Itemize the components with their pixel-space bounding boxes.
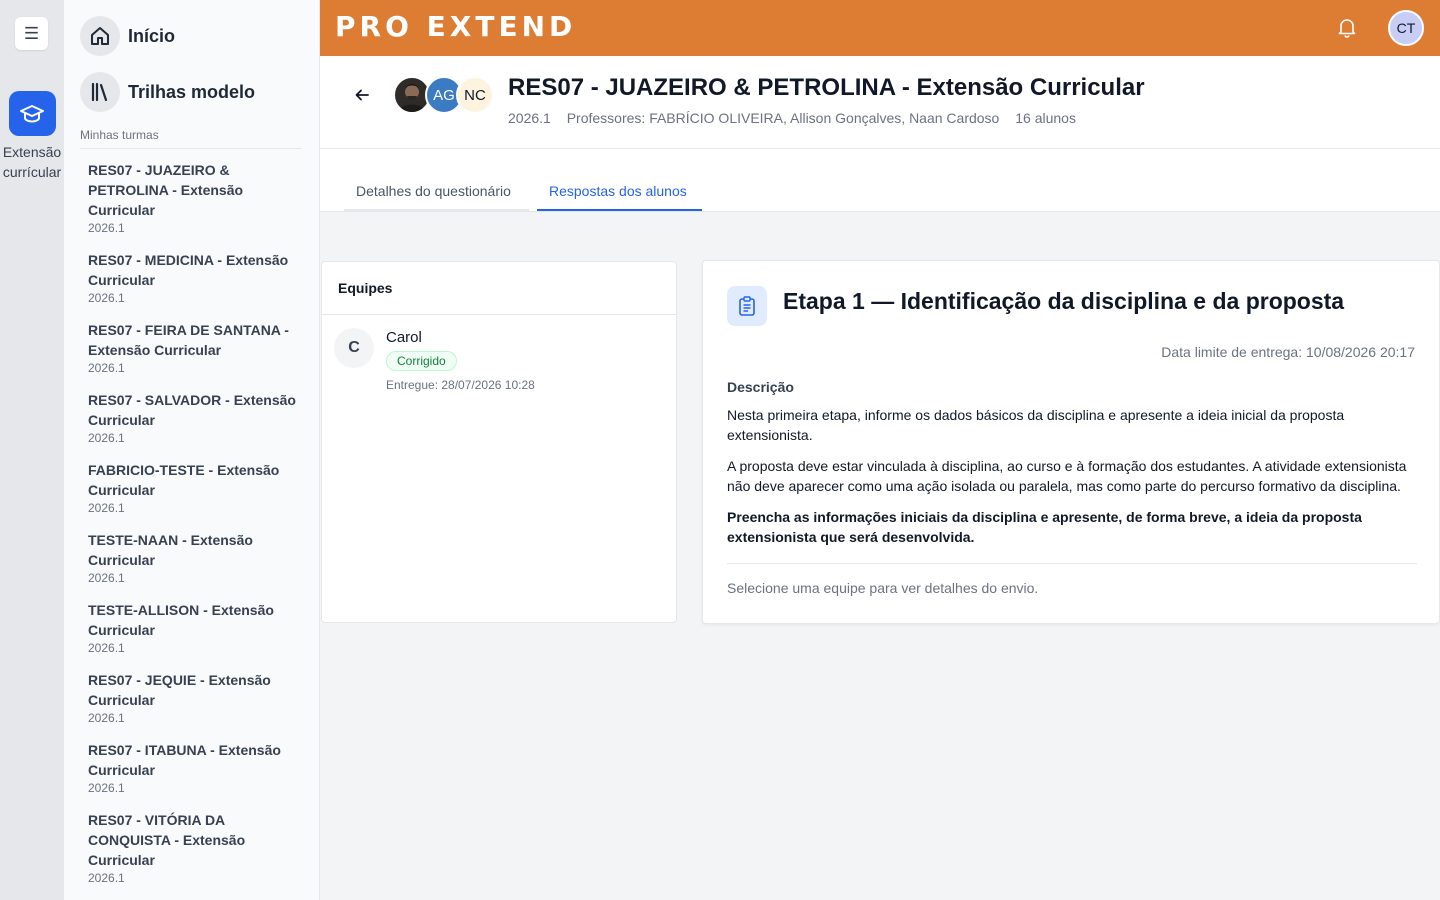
course-item[interactable]: TESTE-ALLISON - Extensão Curricular 2026.… (88, 600, 300, 656)
course-item[interactable]: RES07 - JEQUIE - Extensão Curricular 2026… (88, 670, 300, 726)
delivered-date: Entregue: 28/07/2026 10:28 (386, 378, 535, 392)
stage-detail-panel: Etapa 1 — Identificação da disciplina e … (702, 260, 1440, 624)
page-title: RES07 - JUAZEIRO & PETROLINA - Extensão … (508, 74, 1145, 101)
course-item[interactable]: RES07 - SALVADOR - Extensão Curricular 20… (88, 390, 300, 446)
course-name: RES07 - SALVADOR - Extensão Curricular (88, 392, 296, 428)
course-term: 2026.1 (88, 871, 125, 885)
bell-icon[interactable] (1337, 17, 1357, 44)
course-item[interactable]: TESTE-NAAN - Extensão Curricular 2026.1 (88, 530, 300, 586)
app-rail: ☰ Extensão currícular (0, 0, 64, 900)
nav-link-label: Início (128, 25, 176, 46)
course-item[interactable]: FABRICIO-TESTE - Extensão Curricular 2026… (88, 460, 300, 516)
tab-detalhes[interactable]: Detalhes do questionário (344, 175, 529, 211)
course-name: RES07 - ITABUNA - Extensão Curricular (88, 742, 281, 778)
library-icon (80, 72, 120, 112)
team-name: Carol (386, 329, 422, 346)
course-item[interactable]: RES07 - JUAZEIRO & PETROLINA - Extensão … (88, 160, 300, 236)
graduation-cap-icon (8, 91, 56, 136)
course-term: 2026.1 (88, 221, 125, 235)
course-item[interactable]: RES07 - VITÓRIA DA CONQUISTA - Extensão … (88, 810, 300, 886)
course-term: 2026.1 (88, 711, 125, 725)
course-header: AG NC RES07 - JUAZEIRO & PETROLINA - Ext… (320, 56, 1440, 149)
description-body: Nesta primeira etapa, informe os dados b… (727, 405, 1417, 558)
empty-state-hint: Selecione uma equipe para ver detalhes d… (727, 580, 1039, 596)
course-term: 2026.1 (88, 781, 125, 795)
course-name: TESTE-ALLISON - Extensão Curricular (88, 602, 274, 638)
rail-item-label: Extensão currícular (2, 144, 62, 180)
tab-bar: Detalhes do questionário Respostas dos a… (320, 149, 1440, 212)
description-label: Descrição (727, 379, 794, 395)
nav-link-trilhas[interactable]: Trilhas modelo (80, 72, 255, 112)
description-instruction: Preencha as informações iniciais da disc… (727, 509, 1362, 545)
divider (727, 563, 1417, 564)
professors-list: Professores: FABRÍCIO OLIVEIRA, Allison … (566, 110, 1000, 126)
course-name: RES07 - VITÓRIA DA CONQUISTA - Extensão … (88, 812, 246, 868)
brand-logo[interactable]: PRO EXTEND (335, 10, 576, 43)
course-name: TESTE-NAAN - Extensão Curricular (88, 532, 253, 568)
course-list: RES07 - JUAZEIRO & PETROLINA - Extensão … (88, 160, 300, 900)
menu-toggle-button[interactable]: ☰ (15, 17, 48, 50)
section-label: Minhas turmas (80, 128, 159, 142)
course-item[interactable]: RES07 - FEIRA DE SANTANA - Extensão Curr… (88, 320, 300, 376)
description-paragraph: A proposta deve estar vinculada à discip… (727, 458, 1407, 494)
nav-link-label: Trilhas modelo (128, 81, 256, 102)
sidebar: Início Trilhas modelo Minhas turmas RES0… (64, 0, 320, 900)
clipboard-icon (727, 286, 767, 326)
back-button[interactable] (350, 83, 374, 107)
description-paragraph: Nesta primeira etapa, informe os dados b… (727, 407, 1345, 443)
course-meta: 2026.1 Professores: FABRÍCIO OLIVEIRA, A… (508, 110, 1088, 126)
course-name: RES07 - JEQUIE - Extensão Curricular (88, 672, 271, 708)
students-count: 16 alunos (1015, 110, 1076, 126)
course-term: 2026.1 (88, 571, 125, 585)
avatar: C (334, 328, 374, 368)
avatar: NC (456, 76, 494, 114)
nav-link-inicio[interactable]: Início (80, 16, 175, 56)
course-name: RES07 - FEIRA DE SANTANA - Extensão Curr… (88, 322, 289, 358)
course-term: 2026.1 (88, 501, 125, 515)
course-name: FABRICIO-TESTE - Extensão Curricular (88, 462, 280, 498)
tab-respostas[interactable]: Respostas dos alunos (537, 175, 702, 211)
course-term: 2026.1 (88, 641, 125, 655)
arrow-left-icon (355, 89, 369, 101)
status-badge: Corrigido (386, 351, 457, 371)
course-term: 2026.1 (88, 431, 125, 445)
deadline-text: Data limite de entrega: 10/08/2026 20:17 (1161, 344, 1415, 360)
stage-title: Etapa 1 — Identificação da disciplina e … (783, 288, 1345, 314)
course-name: RES07 - MEDICINA - Extensão Curricular (88, 252, 289, 288)
top-bar: PRO EXTEND CT (320, 0, 1440, 56)
home-icon (80, 16, 120, 56)
teams-heading: Equipes (322, 262, 676, 315)
course-term: 2026.1 (88, 291, 125, 305)
rail-item-extensao[interactable]: Extensão currícular (0, 91, 64, 182)
course-term: 2026.1 (88, 361, 125, 375)
team-item[interactable]: C Carol Corrigido Entregue: 28/07/2026 1… (322, 315, 676, 395)
course-item[interactable]: RES07 - ITABUNA - Extensão Curricular 202… (88, 740, 300, 796)
course-name: RES07 - JUAZEIRO & PETROLINA - Extensão … (88, 162, 244, 218)
course-item[interactable]: RES07 - MEDICINA - Extensão Curricular 20… (88, 250, 300, 306)
teams-panel: Equipes C Carol Corrigido Entregue: 28/0… (321, 261, 677, 623)
user-avatar[interactable]: CT (1388, 10, 1424, 46)
menu-icon: ☰ (23, 23, 40, 43)
divider (80, 148, 302, 149)
course-term: 2026.1 (508, 110, 551, 126)
